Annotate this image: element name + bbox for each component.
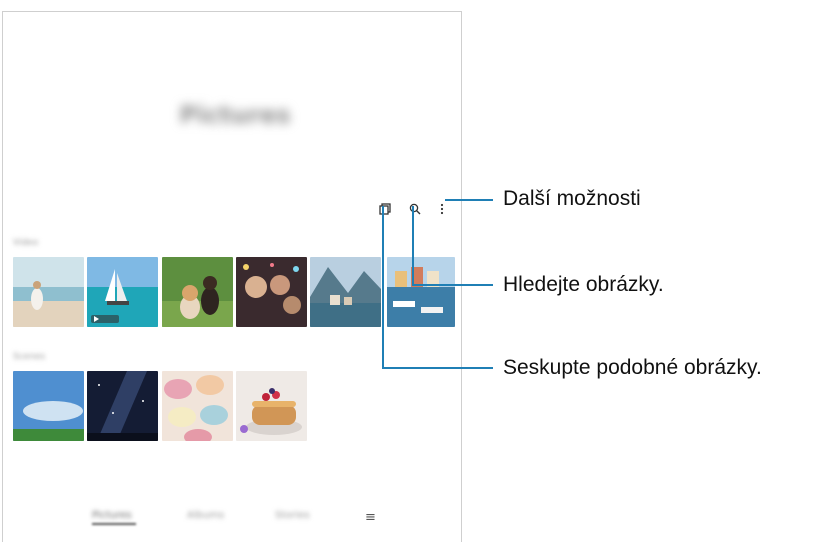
- tab-pictures[interactable]: Pictures: [92, 510, 132, 521]
- callout-search-pictures: Hledejte obrázky.: [503, 273, 664, 296]
- leader-line-group-horizontal: [382, 367, 493, 369]
- section-label-scenes: Scenes: [13, 352, 46, 362]
- section-label-video: Video: [13, 238, 39, 248]
- leader-line-search-vertical: [412, 206, 414, 286]
- video-thumbnail[interactable]: [87, 257, 158, 327]
- photo-thumbnail[interactable]: [236, 257, 307, 327]
- callout-more-options: Další možnosti: [503, 187, 641, 210]
- leader-line-more: [445, 199, 493, 201]
- callout-group-similar: Seskupte podobné obrázky.: [503, 356, 762, 379]
- photo-thumbnail[interactable]: [13, 371, 84, 441]
- photo-thumbnail[interactable]: [162, 371, 233, 441]
- more-vertical-icon[interactable]: [435, 201, 449, 217]
- menu-icon[interactable]: ≡: [365, 510, 376, 525]
- photo-thumbnail[interactable]: [310, 257, 381, 327]
- active-tab-indicator: [92, 523, 136, 525]
- phone-screen: Pictures Video Scenes Pictures Albums St…: [2, 11, 462, 542]
- photo-thumbnail[interactable]: [236, 371, 307, 441]
- tab-albums[interactable]: Albums: [187, 510, 224, 521]
- photo-thumbnail[interactable]: [387, 257, 455, 327]
- tab-stories[interactable]: Stories: [275, 510, 310, 521]
- search-icon[interactable]: [408, 201, 422, 217]
- page-title: Pictures: [179, 101, 291, 129]
- photo-thumbnail[interactable]: [162, 257, 233, 327]
- leader-line-search-horizontal: [412, 284, 493, 286]
- leader-line-group-vertical: [382, 206, 384, 369]
- photo-thumbnail[interactable]: [13, 257, 84, 327]
- copy-icon[interactable]: [378, 201, 392, 217]
- photo-thumbnail[interactable]: [87, 371, 158, 441]
